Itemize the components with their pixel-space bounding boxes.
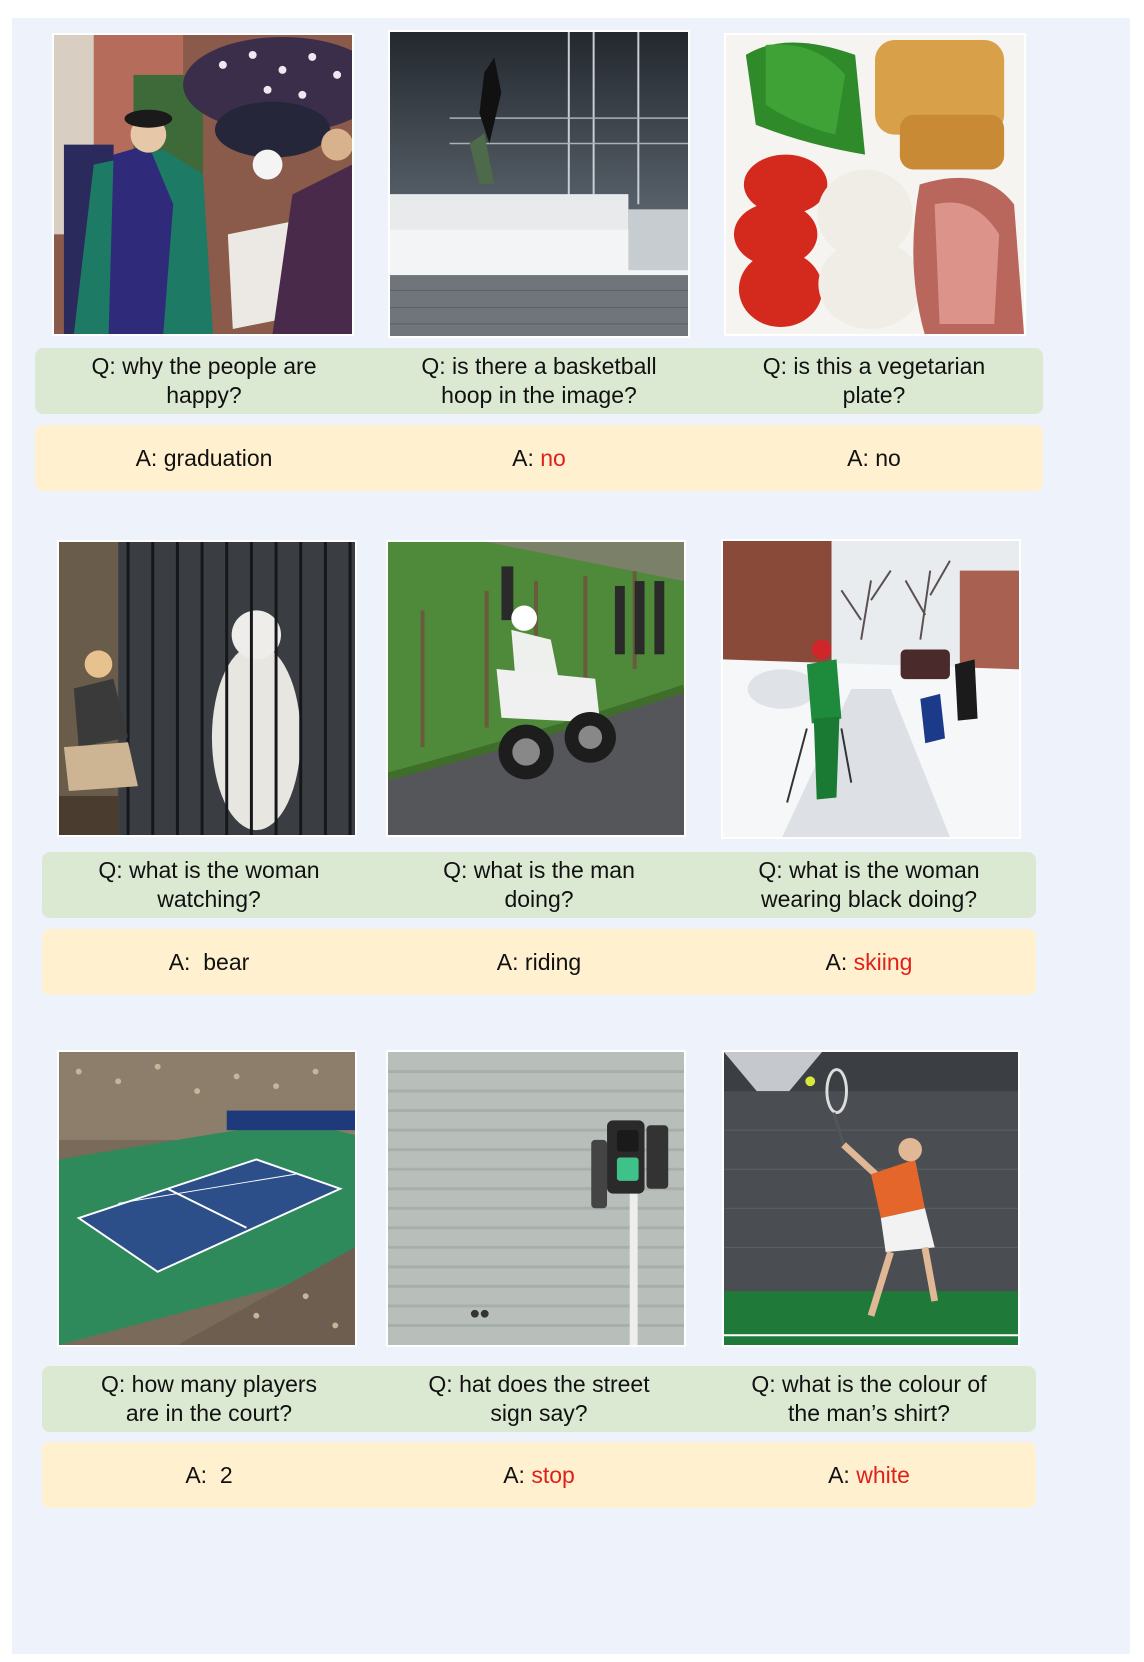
answer-text: A: graduation: [135, 444, 273, 471]
question-bar-row-1: Q: why the people are happy? Q: is there…: [35, 348, 1043, 414]
question-text: Q: what is the woman watching?: [98, 857, 320, 912]
image-tennis-serve: [722, 1050, 1020, 1347]
image-snowy-street: [721, 539, 1021, 839]
question-bar-row-3: Q: how many players are in the court? Q:…: [42, 1366, 1036, 1432]
answer-text: A: skiing: [825, 948, 913, 975]
answer-text: A: riding: [496, 948, 582, 975]
image-graduation: [52, 33, 354, 336]
answer-text: A: 2: [185, 1461, 233, 1488]
question-text: Q: hat does the street sign say?: [428, 1371, 650, 1426]
answer-text: A: white: [828, 1461, 910, 1488]
answer-value-wrong: white: [856, 1461, 910, 1488]
image-food-plate: [724, 33, 1026, 336]
question-text: Q: is there a basketball hoop in the ima…: [421, 353, 657, 408]
answer-value: no: [875, 444, 901, 471]
answer-value: riding: [524, 948, 582, 975]
answer-value: graduation: [163, 444, 273, 471]
question-text: Q: is this a vegetarian plate?: [762, 353, 986, 408]
answer-value: bear: [203, 948, 250, 975]
image-tennis-stadium: [57, 1050, 357, 1347]
answer-text: A: bear: [168, 948, 250, 975]
answer-value: 2: [219, 1461, 233, 1488]
answer-value-wrong: no: [540, 444, 566, 471]
answer-text: A: no: [512, 444, 566, 471]
answer-bar-row-2: A: bear A: riding A: skiing: [42, 929, 1036, 995]
question-text: Q: how many players are in the court?: [100, 1371, 318, 1426]
question-bar-row-2: Q: what is the woman watching? Q: what i…: [42, 852, 1036, 918]
question-text: Q: what is the colour of the man’s shirt…: [751, 1371, 987, 1426]
question-text: Q: what is the man doing?: [443, 857, 635, 912]
image-skateboarder: [388, 30, 690, 338]
answer-value-wrong: skiing: [853, 948, 913, 975]
answer-bar-row-3: A: 2 A: stop A: white: [42, 1442, 1036, 1508]
question-text: Q: why the people are happy?: [91, 353, 317, 408]
image-bear-cage: [57, 540, 357, 837]
answer-text: A: no: [847, 444, 901, 471]
image-motorcycle: [386, 540, 686, 837]
answer-bar-row-1: A: graduation A: no A: no: [35, 425, 1043, 491]
answer-text: A: stop: [503, 1461, 575, 1488]
answer-value-wrong: stop: [531, 1461, 575, 1488]
question-text: Q: what is the woman wearing black doing…: [758, 857, 980, 912]
image-traffic-light: [386, 1050, 686, 1347]
